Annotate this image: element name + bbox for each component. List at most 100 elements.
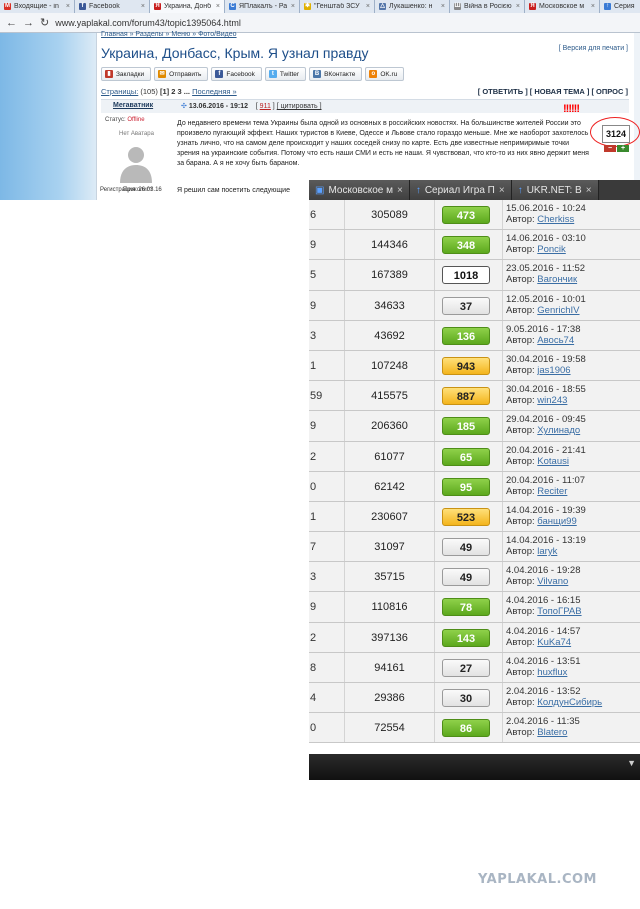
last-post-author-line: Автор: laryk: [506, 546, 640, 557]
reload-icon[interactable]: ↻: [40, 16, 49, 29]
last-post-author-line: Автор: Vilvano: [506, 576, 640, 587]
print-version-link[interactable]: [ Версия для печати ]: [559, 45, 628, 52]
tab-close-icon[interactable]: ×: [586, 185, 592, 196]
browser-tab[interactable]: Я Украина, Донб ×: [150, 0, 225, 13]
author-link[interactable]: ТопоГРАВ: [537, 606, 581, 617]
share-service-icon: ✉: [158, 70, 167, 78]
share-button[interactable]: t Twitter: [264, 67, 307, 81]
author-link[interactable]: jas1906: [537, 365, 570, 376]
replies-cell: 4: [310, 692, 317, 704]
back-icon[interactable]: ←: [6, 17, 17, 29]
author-link[interactable]: Blatero: [537, 727, 567, 738]
tab-label: Серия: [614, 3, 635, 10]
browser-tab[interactable]: ↑ Сериал Игра П ×: [409, 180, 512, 200]
table-row: 0 72554 86 2.04.2016 - 11:35 Автор: Blatero: [309, 713, 640, 744]
browser-tab[interactable]: Я Московское м ×: [525, 0, 600, 13]
quote-link[interactable]: [ цитировать ]: [277, 103, 322, 110]
tab-close-icon[interactable]: ×: [216, 3, 220, 10]
site-background: Главная » Разделы » Меню » Фото/Видео Ук…: [0, 31, 640, 200]
table-row: 1 230607 523 14.04.2016 - 19:39 Автор: банщи…: [309, 501, 640, 533]
rating-badge: 185: [442, 417, 490, 436]
author-link[interactable]: GenrichIV: [537, 305, 579, 316]
rate-plus-button[interactable]: +: [617, 145, 629, 152]
browser-tab[interactable]: ↑Серия×: [600, 0, 640, 13]
author-link[interactable]: huxflux: [537, 667, 567, 678]
tab-favicon-icon: ↑: [604, 3, 611, 10]
last-post-cell: 2.04.2016 - 11:35 Автор: Blatero: [502, 713, 640, 743]
last-post-date: 14.04.2016 - 13:19: [506, 535, 586, 547]
replies-cell: 0: [310, 480, 317, 493]
share-button[interactable]: ✉ Отправить: [154, 67, 209, 81]
tab-label: Входящие - in: [14, 3, 59, 10]
exclamation-annotation: !!!!!!: [563, 103, 580, 115]
tab-close-icon[interactable]: ×: [516, 3, 520, 10]
tab-close-icon[interactable]: ×: [291, 3, 295, 10]
last-post-date: 14.06.2016 - 03:10: [506, 233, 586, 245]
rating-cell: 27: [434, 652, 502, 682]
author-prefix: Автор:: [506, 395, 535, 407]
author-link[interactable]: банщи99: [537, 516, 576, 527]
breadcrumb[interactable]: Главная » Разделы » Меню » Фото/Видео: [101, 31, 237, 38]
replies-cell: 9: [310, 299, 317, 312]
tab-close-icon[interactable]: ×: [591, 3, 595, 10]
pages-list[interactable]: [1] 2 3 ...: [160, 87, 190, 96]
tab-close-icon[interactable]: ×: [66, 3, 70, 10]
tab-label: Лукашенко: н: [389, 3, 433, 10]
tab-favicon-icon: C: [229, 3, 236, 10]
author-link[interactable]: Kotausi: [537, 456, 569, 467]
author-link[interactable]: КолдунСибирь: [537, 697, 602, 708]
tab-close-icon[interactable]: ×: [141, 3, 145, 10]
author-link[interactable]: Вагончик: [537, 274, 577, 285]
browser-tab[interactable]: ✱ "Генштаб ЗСУ ×: [300, 0, 375, 13]
browser-tab[interactable]: M Входящие - in ×: [0, 0, 75, 13]
last-post-cell: 29.04.2016 - 09:45 Автор: Хулинадо: [502, 411, 640, 441]
author-link[interactable]: win243: [537, 395, 567, 406]
author-link[interactable]: Vilvano: [537, 576, 568, 587]
last-post-cell: 30.04.2016 - 18:55 Автор: win243: [502, 381, 640, 411]
share-button[interactable]: B ВКонтакте: [309, 67, 363, 81]
tab-close-icon[interactable]: ×: [397, 185, 403, 196]
tab-close-icon[interactable]: ×: [366, 3, 370, 10]
post-number[interactable]: 911: [260, 103, 271, 110]
share-button[interactable]: o OK.ru: [365, 67, 405, 81]
table-row: 4 29386 30 2.04.2016 - 13:52 Автор: КолдунСи…: [309, 683, 640, 714]
last-page-link[interactable]: Последняя »: [192, 87, 237, 96]
rating-cell: 887: [434, 381, 502, 411]
browser-tab[interactable]: f Facebook ×: [75, 0, 150, 13]
author-link[interactable]: Poncik: [537, 244, 566, 255]
rate-minus-button[interactable]: −: [604, 145, 616, 152]
last-post-cell: 20.04.2016 - 21:41 Автор: Kotausi: [502, 441, 640, 471]
tab-close-icon[interactable]: ×: [499, 185, 505, 196]
author-link[interactable]: Cherkiss: [537, 214, 574, 225]
browser-tab[interactable]: Ш Війна в Росією ×: [450, 0, 525, 13]
browser-tab[interactable]: ↑ UKR.NET: В ×: [511, 180, 599, 200]
share-button[interactable]: ▮ Закладки: [101, 67, 152, 81]
share-button[interactable]: f Facebook: [211, 67, 262, 81]
author-link[interactable]: KuKa74: [537, 637, 571, 648]
post-author[interactable]: Мегаватник: [113, 102, 153, 109]
last-post-author-line: Автор: Blatero: [506, 727, 640, 738]
topic-actions[interactable]: [ ОТВЕТИТЬ ] [ НОВАЯ ТЕМА ] [ ОПРОС ]: [478, 87, 628, 96]
last-post-cell: 12.05.2016 - 10:01 Автор: GenrichIV: [502, 290, 640, 320]
browser-tab[interactable]: △ Лукашенко: н ×: [375, 0, 450, 13]
rating-cell: 86: [434, 713, 502, 743]
replies-cell: 9: [310, 420, 317, 433]
url-field[interactable]: www.yaplakal.com/forum43/topic1395064.ht…: [55, 18, 241, 28]
author-link[interactable]: Хулинадо: [537, 425, 580, 436]
author-link[interactable]: Авось74: [537, 335, 574, 346]
pages-label[interactable]: Страницы:: [101, 87, 138, 96]
rating-cell: 37: [434, 290, 502, 320]
browser-tab[interactable]: ▣ Московское м ×: [309, 180, 410, 200]
browser-tab[interactable]: C ЯПлакалъ - Ра ×: [225, 0, 300, 13]
share-button-label: Twitter: [279, 70, 300, 78]
last-post-date: 4.04.2016 - 19:28: [506, 565, 581, 577]
tab-close-icon[interactable]: ×: [441, 3, 445, 10]
author-link[interactable]: Reciter: [537, 486, 567, 497]
last-post-cell: 4.04.2016 - 13:51 Автор: huxflux: [502, 652, 640, 682]
forward-icon[interactable]: →: [23, 17, 34, 29]
last-post-author-line: Автор: Poncik: [506, 244, 640, 255]
last-post-date: 4.04.2016 - 14:57: [506, 625, 581, 637]
author-link[interactable]: laryk: [537, 546, 557, 557]
forum-screenshot: M Входящие - in × f Facebook × Я Украина, Донб ×…: [0, 0, 640, 200]
scroll-down-icon[interactable]: ▼: [627, 758, 636, 768]
